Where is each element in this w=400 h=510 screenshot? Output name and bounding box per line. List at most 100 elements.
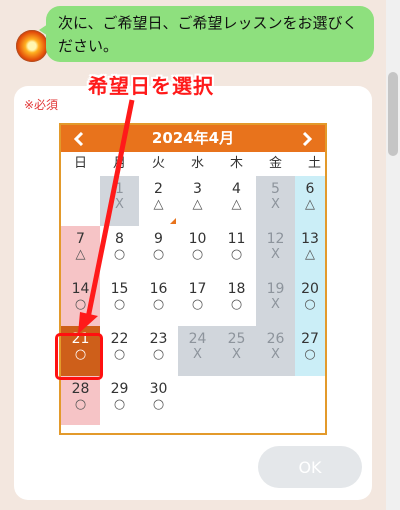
availability-mark: X: [271, 247, 280, 262]
weekday-sun: 日: [73, 156, 87, 171]
day-number: 3: [193, 181, 202, 197]
day-cell-20[interactable]: 20 ○: [295, 276, 325, 326]
scrollbar-thumb[interactable]: [388, 72, 398, 156]
day-number: 7: [76, 231, 85, 247]
day-cell-4[interactable]: 4 △: [217, 176, 256, 226]
weekday-tue: 火: [151, 156, 165, 171]
day-number: 8: [115, 231, 124, 247]
availability-mark: ○: [74, 397, 87, 412]
day-number: 15: [110, 281, 129, 297]
availability-mark: X: [271, 197, 280, 212]
day-cell-9[interactable]: 9 ○: [139, 226, 178, 276]
day-number: 27: [301, 331, 319, 347]
day-number: 4: [232, 181, 241, 197]
day-cell-7[interactable]: 7 △: [61, 226, 100, 276]
day-cell-19[interactable]: 19 X: [256, 276, 295, 326]
day-cell-30[interactable]: 30 ○: [139, 376, 178, 425]
day-cell-16[interactable]: 16 ○: [139, 276, 178, 326]
scrollbar[interactable]: [386, 0, 400, 510]
annotation-label: 希望日を選択: [88, 74, 214, 98]
availability-mark: △: [231, 197, 242, 212]
day-number: 23: [149, 331, 168, 347]
day-number: 12: [266, 231, 285, 247]
day-number: 24: [188, 331, 207, 347]
day-number: 29: [110, 381, 129, 397]
day-number: 19: [266, 281, 285, 297]
selection-highlight-box: [55, 333, 103, 380]
calendar-header: 2024年4月: [61, 125, 325, 152]
day-cell-24[interactable]: 24 X: [178, 326, 217, 376]
day-number: 2: [154, 181, 163, 197]
weekday-wed: 水: [190, 156, 204, 171]
day-cell-29[interactable]: 29 ○: [100, 376, 139, 425]
day-number: 26: [266, 331, 285, 347]
day-cell-26[interactable]: 26 X: [256, 326, 295, 376]
day-cell-13[interactable]: 13 △: [295, 226, 325, 276]
day-number: 20: [301, 281, 319, 297]
chevron-right-icon: [302, 132, 312, 146]
availability-mark: ○: [230, 247, 243, 262]
availability-mark: ○: [304, 297, 316, 312]
availability-mark: ○: [113, 397, 126, 412]
day-cell-28[interactable]: 28 ○: [61, 376, 100, 425]
availability-mark: X: [271, 297, 280, 312]
availability-mark: ○: [304, 347, 316, 362]
day-number: 10: [188, 231, 207, 247]
availability-mark: X: [193, 347, 202, 362]
availability-mark: X: [232, 347, 241, 362]
day-number: 5: [271, 181, 280, 197]
required-label: ※必須: [24, 98, 59, 112]
day-number: 11: [227, 231, 246, 247]
day-cell-5[interactable]: 5 X: [256, 176, 295, 226]
day-number: 25: [227, 331, 246, 347]
day-number: 30: [149, 381, 168, 397]
day-cell-11[interactable]: 11 ○: [217, 226, 256, 276]
chat-message-text: 次に、ご希望日、ご希望レッスンをお選びください。: [58, 14, 358, 55]
day-cell-2[interactable]: 2 △: [139, 176, 178, 226]
availability-mark: ○: [191, 247, 204, 262]
ok-button[interactable]: OK: [258, 446, 362, 488]
weekday-fri: 金: [268, 156, 282, 171]
date-picker-card: ※必須 2024年4月 日 月 火 水 木 金 土 1 X 2 △ 3 △ 4 …: [14, 86, 372, 500]
weekday-thu: 木: [229, 156, 243, 171]
day-number: 16: [149, 281, 168, 297]
availability-mark: ○: [113, 347, 126, 362]
availability-mark: △: [75, 247, 86, 262]
calendar: 2024年4月 日 月 火 水 木 金 土 1 X 2 △ 3 △ 4 △ 5 …: [59, 123, 327, 435]
availability-mark: ○: [74, 297, 87, 312]
day-number: 17: [188, 281, 207, 297]
availability-mark: ○: [230, 297, 243, 312]
day-cell-6[interactable]: 6 △: [295, 176, 325, 226]
day-cell-25[interactable]: 25 X: [217, 326, 256, 376]
day-cell-1[interactable]: 1 X: [100, 176, 139, 226]
day-cell-27[interactable]: 27 ○: [295, 326, 325, 376]
next-month-button[interactable]: [295, 125, 319, 152]
day-cell-18[interactable]: 18 ○: [217, 276, 256, 326]
day-cell-23[interactable]: 23 ○: [139, 326, 178, 376]
day-number: 9: [154, 231, 163, 247]
availability-mark: ○: [152, 397, 165, 412]
day-cell-12[interactable]: 12 X: [256, 226, 295, 276]
availability-mark: △: [305, 247, 315, 262]
day-number: 18: [227, 281, 246, 297]
availability-mark: ○: [191, 297, 204, 312]
chat-message-bubble: 次に、ご希望日、ご希望レッスンをお選びください。: [39, 6, 374, 62]
availability-mark: ○: [152, 297, 165, 312]
day-number: 28: [71, 381, 90, 397]
weekday-sat: 土: [307, 156, 321, 171]
day-cell-14[interactable]: 14 ○: [61, 276, 100, 326]
month-title: 2024年4月: [151, 129, 235, 147]
weekday-mon: 月: [112, 156, 126, 171]
day-cell-15[interactable]: 15 ○: [100, 276, 139, 326]
availability-mark: ○: [152, 247, 165, 262]
day-cell-17[interactable]: 17 ○: [178, 276, 217, 326]
day-number: 22: [110, 331, 129, 347]
day-cell-3[interactable]: 3 △: [178, 176, 217, 226]
day-number: 13: [301, 231, 319, 247]
day-cell-22[interactable]: 22 ○: [100, 326, 139, 376]
day-number: 6: [305, 181, 315, 197]
day-cell-10[interactable]: 10 ○: [178, 226, 217, 276]
availability-mark: X: [271, 347, 280, 362]
weekday-header-row: 日 月 火 水 木 金 土: [61, 152, 325, 176]
day-cell-8[interactable]: 8 ○: [100, 226, 139, 276]
